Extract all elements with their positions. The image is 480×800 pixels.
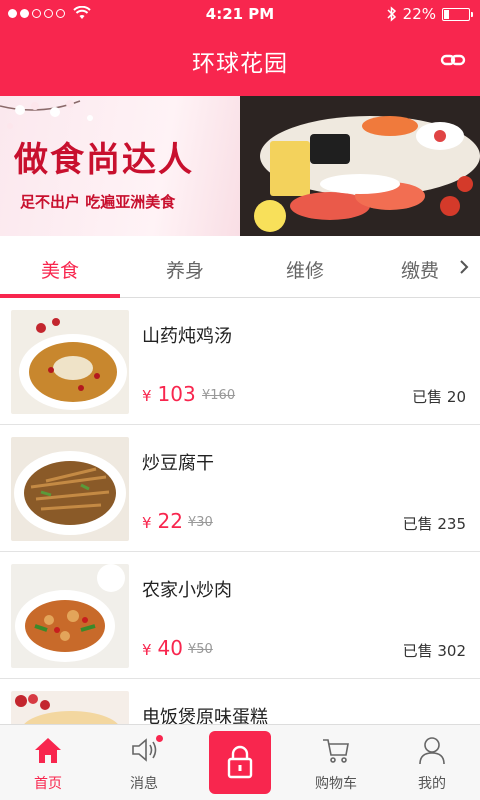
- nav-label: 消息: [130, 776, 158, 792]
- cart-icon: [323, 739, 349, 763]
- tab-food[interactable]: 美食: [0, 256, 120, 283]
- battery-fill: [444, 9, 450, 19]
- stir-fried-pork-image: [11, 564, 129, 668]
- list-item[interactable]: 炒豆腐干 ¥22 ¥30 已售 235: [0, 425, 480, 552]
- user-icon: [419, 737, 445, 765]
- lock-icon: [227, 745, 253, 779]
- product-price: ¥40: [142, 636, 183, 660]
- home-icon: [35, 738, 61, 763]
- status-right: 22%: [387, 5, 473, 23]
- product-price: ¥22: [142, 509, 183, 533]
- tab-wellness[interactable]: 养身: [125, 256, 245, 283]
- speaker-icon: [132, 738, 157, 762]
- banner-headline: 做食尚达人: [14, 140, 194, 180]
- status-bar: 4:21 PM 22%: [0, 0, 480, 28]
- original-price: ¥160: [202, 388, 236, 403]
- bottom-nav: 首页 消息 购物车 我的: [0, 724, 480, 800]
- list-item[interactable]: 农家小炒肉 ¥40 ¥50 已售 302: [0, 552, 480, 679]
- nav-profile[interactable]: 我的: [384, 725, 480, 800]
- bluetooth-icon: [387, 6, 396, 22]
- link-icon[interactable]: [440, 50, 466, 70]
- chicken-soup-image: [11, 310, 129, 414]
- sold-count: 已售 302: [402, 642, 466, 660]
- banner-subtitle: 足不出户 吃遍亚洲美食: [20, 193, 176, 211]
- product-price: ¥103: [142, 382, 196, 406]
- battery-percent: 22%: [402, 5, 436, 23]
- sold-count: 已售 235: [402, 515, 466, 533]
- fried-tofu-image: [11, 437, 129, 541]
- sold-count: 已售 20: [412, 388, 466, 406]
- lock-button[interactable]: [209, 731, 271, 794]
- nav-home[interactable]: 首页: [0, 725, 96, 800]
- chevron-right-icon[interactable]: [458, 258, 470, 276]
- list-item[interactable]: 山药炖鸡汤 ¥103 ¥160 已售 20: [0, 298, 480, 425]
- product-name: 农家小炒肉: [142, 580, 232, 601]
- app-header: 4:21 PM 22% 环球花园: [0, 0, 480, 96]
- nav-messages[interactable]: 消息: [96, 725, 192, 800]
- promo-banner[interactable]: 做食尚达人 足不出户 吃遍亚洲美食: [0, 96, 480, 236]
- battery-icon: [442, 7, 473, 21]
- nav-label: 我的: [418, 776, 446, 792]
- nav-label: 首页: [34, 776, 62, 792]
- tab-repair[interactable]: 维修: [245, 256, 365, 283]
- sushi-platter-image: [240, 96, 480, 236]
- original-price: ¥30: [188, 515, 213, 530]
- page-title: 环球花园: [192, 51, 288, 77]
- nav-label: 购物车: [315, 776, 357, 792]
- nav-cart[interactable]: 购物车: [288, 725, 384, 800]
- product-name: 炒豆腐干: [142, 453, 214, 474]
- category-tabs: 美食 养身 维修 缴费: [0, 236, 480, 298]
- unread-badge: [156, 735, 163, 742]
- original-price: ¥50: [188, 642, 213, 657]
- product-name: 山药炖鸡汤: [142, 326, 232, 347]
